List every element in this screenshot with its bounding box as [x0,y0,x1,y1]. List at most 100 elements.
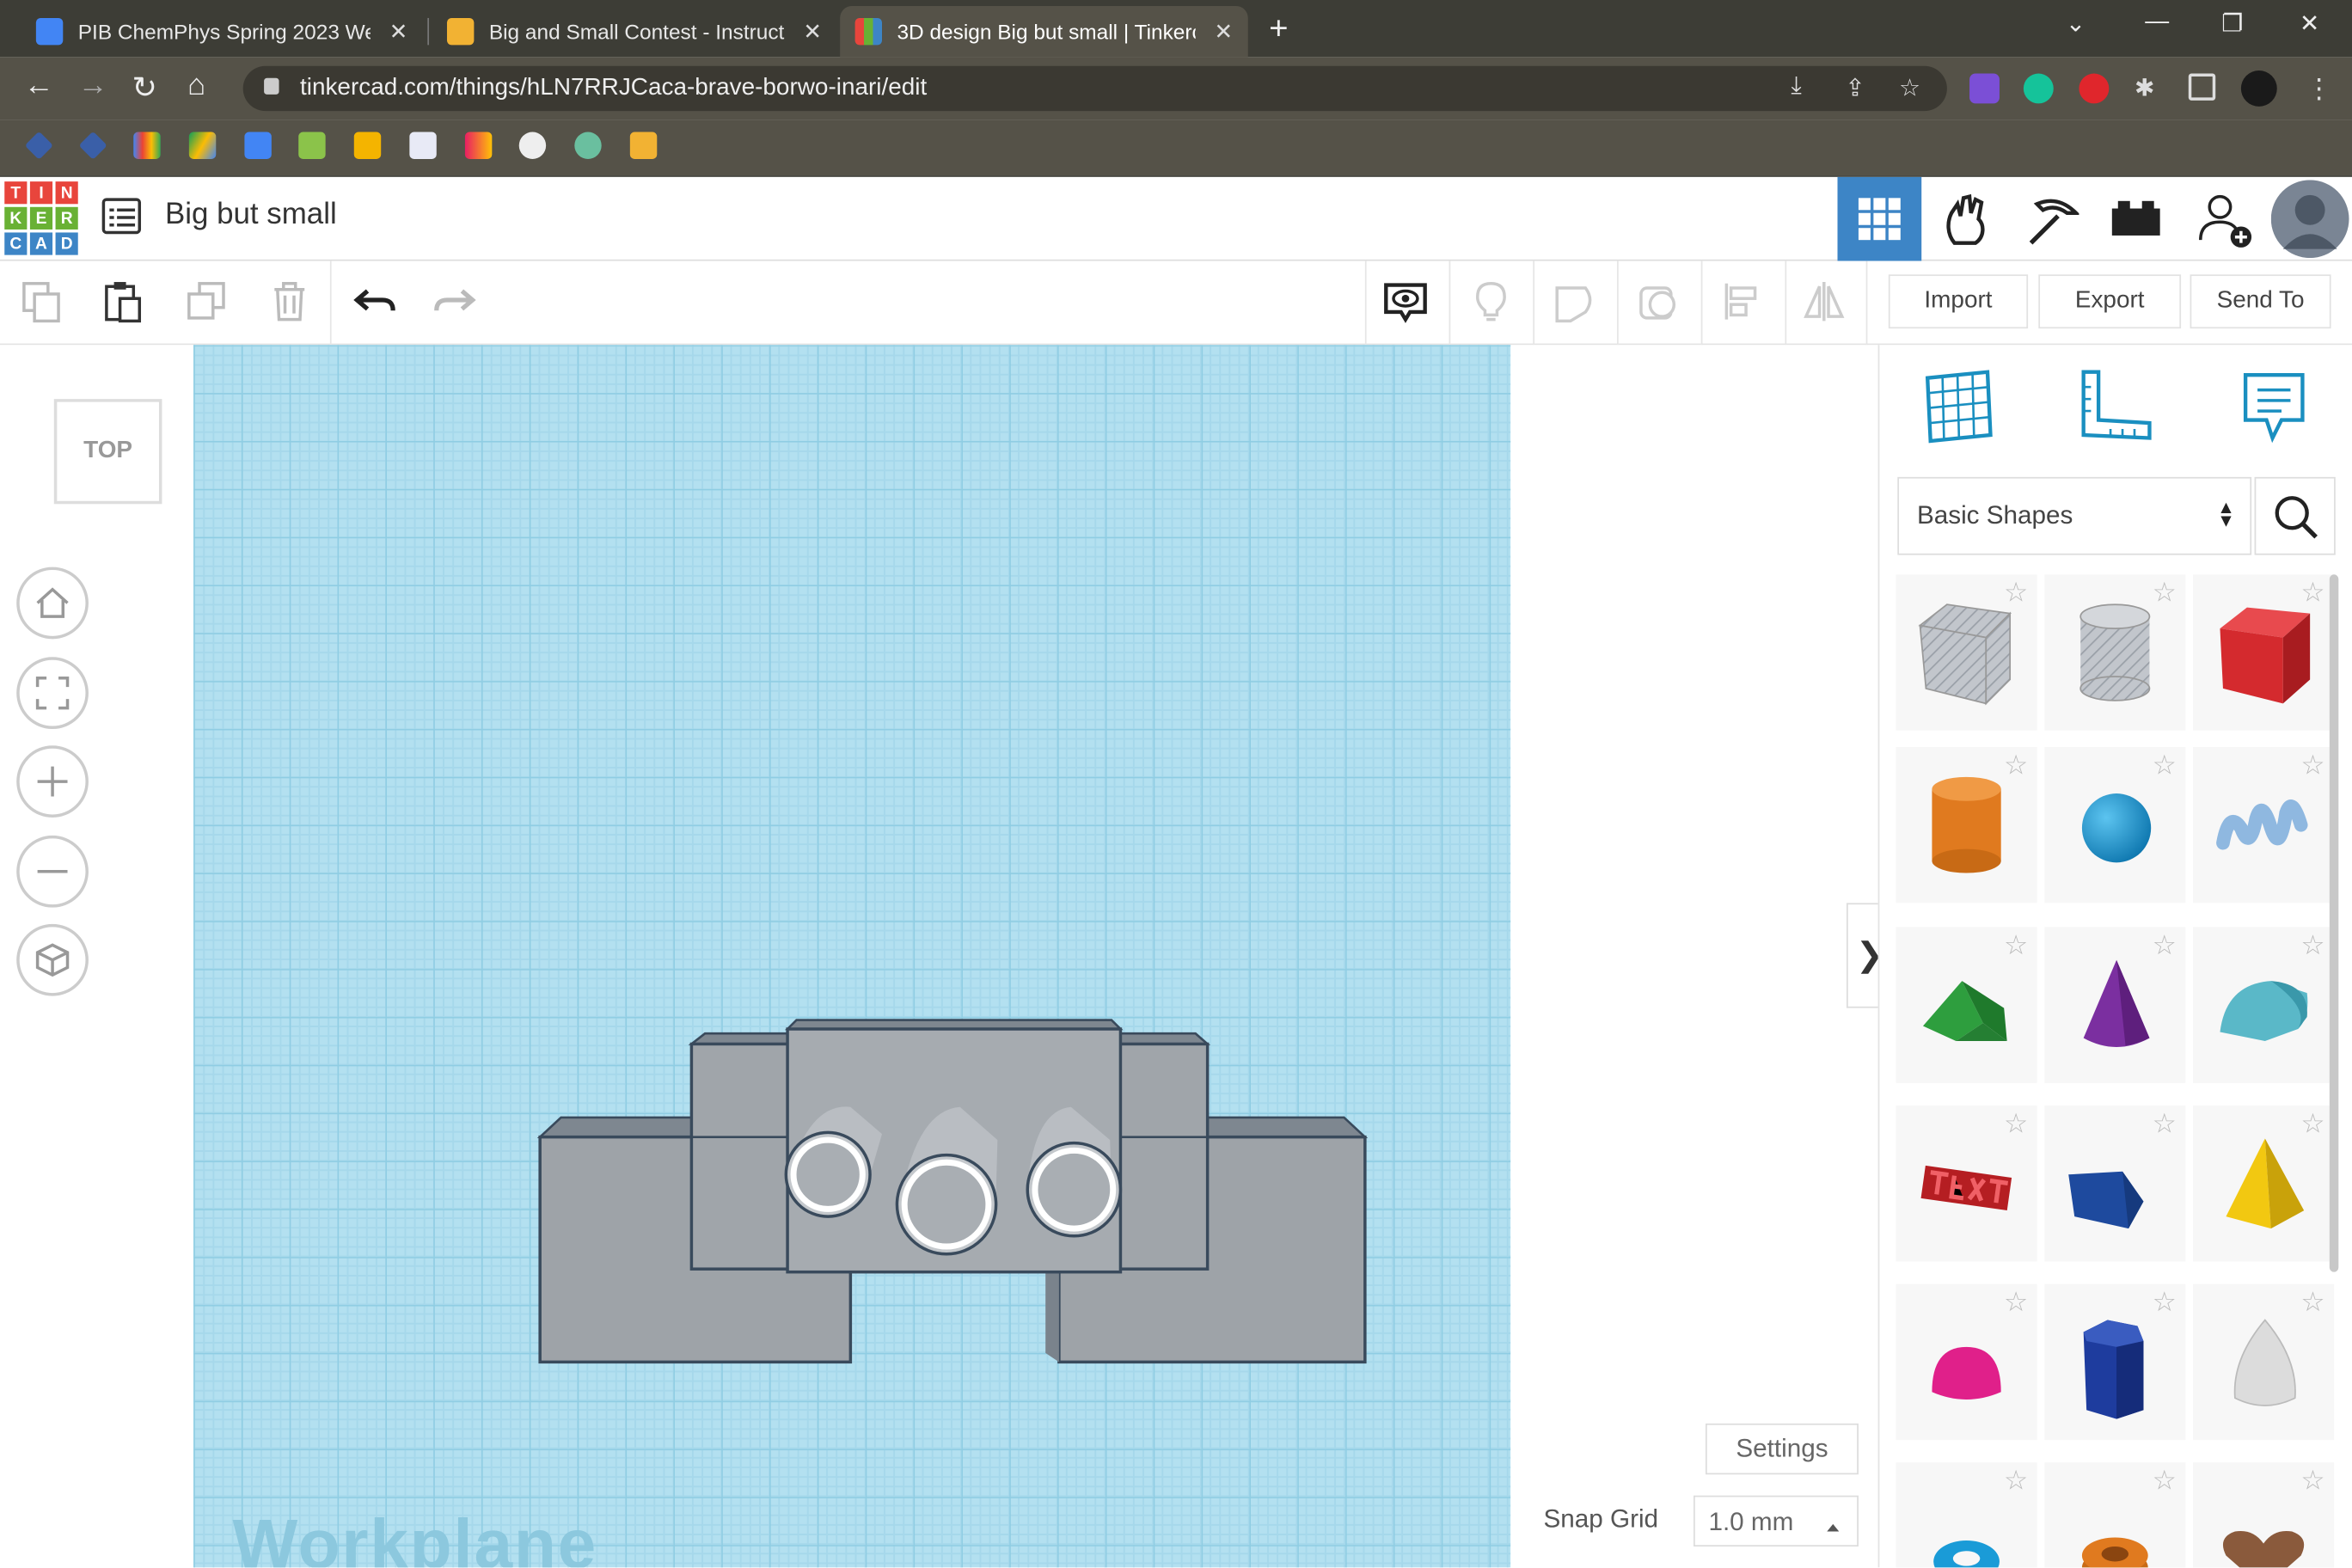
globe-icon[interactable] [518,132,547,159]
shape-round-roof[interactable]: ☆ [2193,927,2335,1083]
home-view-button[interactable] [16,567,89,640]
paste-icon[interactable] [101,279,145,324]
shape-wedge[interactable]: ☆ [2044,1105,2186,1262]
shape-cylinder-hole[interactable]: ☆ [2044,574,2186,731]
profile-avatar-icon[interactable] [2240,70,2277,107]
slides-icon[interactable] [353,132,382,159]
address-bar[interactable]: tinkercad.com/things/hLN7RRJCaca-brave-b… [242,65,1947,112]
snap-grid-select[interactable]: 1.0 mm [1693,1495,1859,1547]
close-tab-icon[interactable]: ✕ [1214,18,1233,46]
instructables-bookmark-icon[interactable] [629,132,658,159]
bookmark-2-icon[interactable] [78,131,107,160]
3d-design-grid-button[interactable] [1837,176,1922,261]
tab-search-icon[interactable]: ⌄ [2066,9,2086,39]
bookmark-star-icon[interactable]: ☆ [1899,74,1920,104]
tab-big-and-small-contest[interactable]: Big and Small Contest - Instructa ✕ [432,6,837,57]
shape-paraboloid[interactable]: ☆ [2193,1283,2335,1441]
ortho-view-button[interactable] [16,923,89,996]
duplicate-icon[interactable] [185,279,230,324]
bookmark-9-icon[interactable] [464,132,493,159]
shape-category-select[interactable]: Basic Shapes ▲ ▼ [1897,476,2252,555]
design-model[interactable] [0,345,1878,1567]
logo-letter: I [29,181,53,205]
zoom-in-button[interactable] [16,745,89,818]
new-tab-button[interactable]: + [1269,9,1288,47]
google-drive-icon[interactable] [188,132,217,159]
shape-tube[interactable]: ☆ [2044,1462,2186,1568]
tinker-button[interactable] [2010,177,2094,261]
shape-box-hole[interactable]: ☆ [1896,574,2037,731]
grammarly-extension-icon[interactable] [2023,73,2054,104]
shape-scribble[interactable]: ☆ [2193,746,2335,903]
tinkercad-logo[interactable]: T I N K E R C A D [4,181,78,255]
chatgpt-icon[interactable] [574,132,602,159]
settings-button[interactable]: Settings [1705,1423,1859,1475]
undo-icon[interactable] [352,279,397,324]
shape-sphere[interactable]: ☆ [2044,746,2186,903]
box-hole-icon [1918,603,2012,706]
invite-user-button[interactable] [2184,177,2269,261]
close-tab-icon[interactable]: ✕ [803,18,822,46]
notes-visibility-icon[interactable] [1383,279,1428,324]
notes-icon[interactable] [2237,369,2312,444]
minimize-icon[interactable]: — [2145,9,2169,35]
shape-cone[interactable]: ☆ [2044,927,2186,1083]
shape-half-sphere[interactable]: ☆ [1896,1283,2037,1441]
logo-letter: N [55,181,78,205]
delete-icon[interactable] [267,279,312,324]
copy-icon[interactable] [20,279,64,324]
chrome-menu-icon[interactable]: ⋮ [2306,74,2336,104]
restore-icon[interactable]: ❐ [2221,9,2243,39]
hole-shape-icon[interactable] [1637,279,1681,324]
hint-bulb-icon[interactable] [1468,279,1513,324]
ruler-icon[interactable] [2078,369,2153,444]
import-button[interactable]: Import [1888,274,2029,329]
export-button[interactable]: Export [2038,274,2182,329]
bookmark-1-icon[interactable] [24,131,54,160]
send-to-button[interactable]: Send To [2190,274,2331,329]
tw-extension-icon[interactable] [1969,73,2000,104]
shape-polygon[interactable]: ☆ [2044,1283,2186,1441]
gmail-icon[interactable] [133,132,161,159]
mirror-icon[interactable] [1802,279,1847,324]
shape-box[interactable]: ☆ [2193,574,2335,731]
shape-cylinder[interactable]: ☆ [1896,746,2037,903]
close-tab-icon[interactable]: ✕ [389,18,408,46]
shape-search-button[interactable] [2254,476,2336,555]
workplane-grid-icon[interactable] [1921,369,1996,444]
bricks-button[interactable] [2094,177,2178,261]
back-icon[interactable]: ← [24,69,54,103]
calendar-icon[interactable] [244,132,272,159]
shape-torus[interactable]: ☆ [1896,1462,2037,1568]
shape-text[interactable]: ☆ [1896,1105,2037,1262]
align-icon[interactable] [1720,279,1765,324]
design-list-icon[interactable] [101,198,142,235]
adblock-plus-extension-icon[interactable] [2079,73,2110,104]
side-panel-icon[interactable] [2188,73,2216,101]
bookmark-8-icon[interactable] [409,132,437,159]
install-app-icon[interactable]: ⤓ [1791,74,1801,101]
codeblocks-button[interactable] [1926,177,2010,261]
close-window-icon[interactable]: ✕ [2300,9,2319,39]
user-avatar[interactable] [2268,177,2352,261]
shape-heart[interactable]: ☆ [2193,1462,2335,1568]
zoom-out-button[interactable] [16,835,89,908]
heart-icon [2222,1530,2305,1568]
design-title[interactable]: Big but small [165,198,337,232]
home-icon[interactable]: ⌂ [187,69,205,103]
solid-shape-icon[interactable] [1553,279,1597,324]
panel-scrollbar[interactable] [2329,574,2339,1272]
shape-roof[interactable]: ☆ [1896,927,2037,1083]
tab-tinkercad-design[interactable]: 3D design Big but small | Tinkerc ✕ [840,5,1248,58]
fit-view-button[interactable] [16,657,89,730]
extensions-puzzle-icon[interactable]: ✱ [2135,74,2165,104]
view-cube[interactable]: TOP [53,399,162,505]
classroom-icon[interactable] [298,132,326,159]
shape-pyramid[interactable]: ☆ [2193,1105,2335,1262]
forward-icon[interactable]: → [78,69,108,103]
share-icon[interactable]: ⇪ [1845,74,1865,104]
reload-icon[interactable]: ↻ [132,69,157,107]
redo-icon[interactable] [432,279,477,324]
url-text[interactable]: tinkercad.com/things/hLN7RRJCaca-brave-b… [300,75,927,101]
tab-pib-chemphys[interactable]: PIB ChemPhys Spring 2023 Week ✕ [21,6,423,57]
